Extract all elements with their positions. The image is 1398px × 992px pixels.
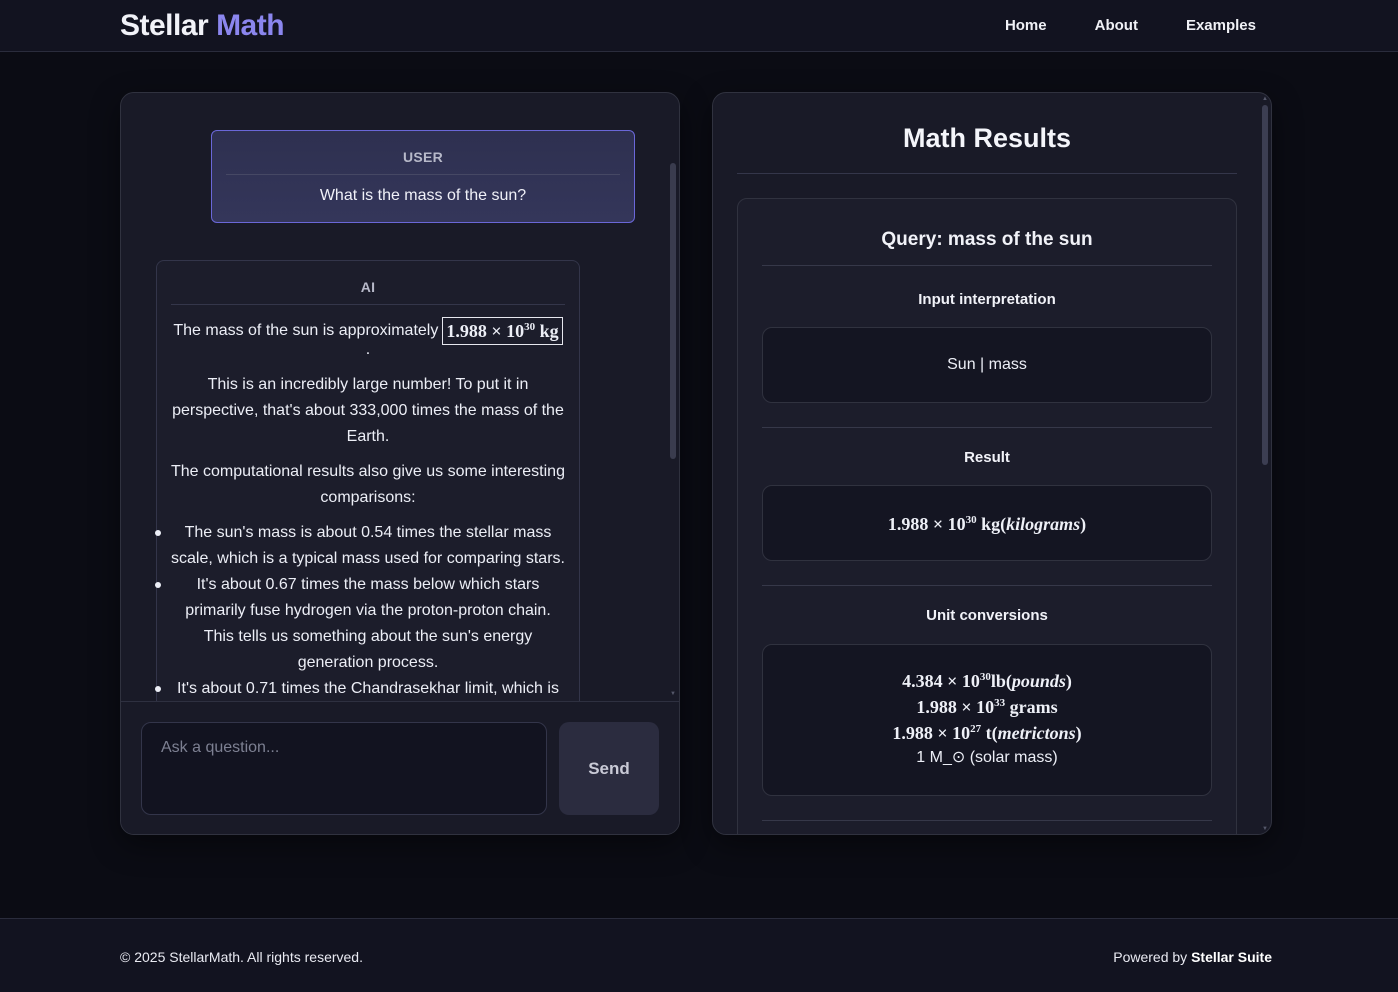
conversion-line-pounds: 4.384 × 1030lb(pounds) [902, 671, 1072, 691]
question-input[interactable] [141, 722, 547, 815]
copyright-text: © 2025 StellarMath. All rights reserved. [120, 949, 363, 965]
brand-logo[interactable]: Stellar Math [120, 9, 285, 43]
conversion-unit-name: pounds [1011, 671, 1066, 691]
input-interpretation-title: Input interpretation [918, 291, 1056, 308]
result-unit-name: kilograms [1006, 514, 1081, 534]
ai-trailing-period: . [365, 341, 371, 358]
user-message: USER What is the mass of the sun? [211, 130, 635, 223]
results-title: Math Results [902, 123, 1072, 153]
conversion-unit: t [985, 723, 992, 743]
user-role-label: USER [402, 149, 444, 165]
nav-about-link[interactable]: About [1095, 17, 1138, 34]
boxed-answer-math: 1.988 × 1030 kg [442, 317, 563, 345]
result-box: 1.988 × 1030 kg(kilograms) [762, 485, 1212, 561]
conversion-mantissa: 1.988 × 10 [916, 697, 995, 717]
result-value: 1.988 × 1030 kg(kilograms) [887, 514, 1087, 534]
results-scroll-down-icon[interactable]: ▼ [1262, 826, 1268, 832]
powered-prefix: Powered by [1113, 949, 1188, 965]
top-navbar: Stellar Math Home About Examples [0, 0, 1398, 52]
conversion-line-grams: 1.988 × 1033 grams [763, 694, 1211, 720]
results-scrollbar-thumb[interactable] [1262, 105, 1268, 465]
ai-message-body: The mass of the sun is approximately 1.9… [155, 305, 579, 701]
unit-conversions-title: Unit conversions [926, 607, 1048, 624]
conversion-unit-name: metrictons [997, 723, 1076, 743]
conversion-exponent: 30 [979, 671, 991, 683]
boxed-mantissa: 1.988 × 10 [446, 321, 525, 341]
pod-divider [762, 585, 1212, 586]
ai-message: AI The mass of the sun is approximately … [155, 260, 580, 701]
message-divider [226, 174, 620, 175]
conversion-unit: grams [1009, 697, 1058, 717]
conversion-exponent: 33 [994, 697, 1006, 709]
pod-divider [762, 820, 1212, 821]
conversion-line-solar-mass: 1 M_⊙ (solar mass) [916, 749, 1058, 766]
conversion-line-metrictons: 1.988 × 1027 t(metrictons) [892, 723, 1082, 743]
main-nav: Home About Examples [1005, 17, 1256, 34]
ai-paragraph-2: The computational results also give us s… [171, 463, 565, 506]
conversion-mantissa: 4.384 × 10 [902, 671, 980, 691]
result-exponent: 30 [965, 514, 977, 526]
boxed-unit: kg [539, 321, 559, 341]
nav-home-link[interactable]: Home [1005, 17, 1047, 34]
boxed-exponent: 30 [524, 321, 536, 333]
nav-examples-link[interactable]: Examples [1186, 17, 1256, 34]
conversion-unit: lb [990, 671, 1006, 691]
result-mantissa: 1.988 × 10 [887, 514, 966, 534]
brand-name-part1: Stellar [120, 9, 209, 42]
result-title: Result [964, 449, 1010, 466]
powered-by-text: Powered by Stellar Suite [1113, 949, 1272, 965]
chat-scrollbar-thumb[interactable] [670, 163, 676, 459]
conversion-mantissa: 1.988 × 10 [892, 723, 971, 743]
ai-bullet-list: The sun's mass is about 0.54 times the s… [155, 520, 565, 701]
ai-paragraph-1: This is an incredibly large number! To p… [172, 376, 564, 445]
query-card: Query: mass of the sun Input interpretat… [737, 198, 1237, 834]
input-interpretation-box: Sun | mass [762, 327, 1212, 403]
query-divider [762, 265, 1212, 266]
ai-role-label: AI [360, 279, 376, 295]
pod-divider [762, 427, 1212, 428]
list-item: It's about 0.67 times the mass below whi… [155, 572, 565, 676]
results-panel[interactable]: Math Results Query: mass of the sun Inpu… [712, 92, 1272, 835]
chat-panel: USER What is the mass of the sun? AI The… [120, 92, 680, 835]
brand-name-part2: Math [216, 9, 285, 42]
unit-conversions-box: 4.384 × 1030lb(pounds) 1.988 × 1033 gram… [762, 644, 1212, 796]
conversion-exponent: 27 [970, 723, 982, 735]
chat-input-bar: Send [121, 701, 679, 834]
chat-scroll-down-icon[interactable]: ▼ [670, 691, 676, 697]
page-footer: © 2025 StellarMath. All rights reserved.… [0, 918, 1398, 992]
chat-messages-area[interactable]: USER What is the mass of the sun? AI The… [121, 93, 679, 701]
send-button[interactable]: Send [559, 722, 659, 815]
input-interpretation-value: Sun | mass [947, 356, 1027, 373]
result-unit: kg [981, 514, 1001, 534]
results-scroll-up-icon[interactable]: ▲ [1262, 96, 1268, 102]
query-title: Query: mass of the sun [881, 229, 1093, 250]
user-message-text: What is the mass of the sun? [319, 187, 527, 204]
list-item: The sun's mass is about 0.54 times the s… [155, 520, 565, 572]
powered-brand-link[interactable]: Stellar Suite [1191, 949, 1272, 965]
list-item: It's about 0.71 times the Chandrasekhar … [155, 676, 565, 701]
ai-intro-text: The mass of the sun is approximately [173, 322, 439, 339]
results-divider [737, 173, 1237, 174]
